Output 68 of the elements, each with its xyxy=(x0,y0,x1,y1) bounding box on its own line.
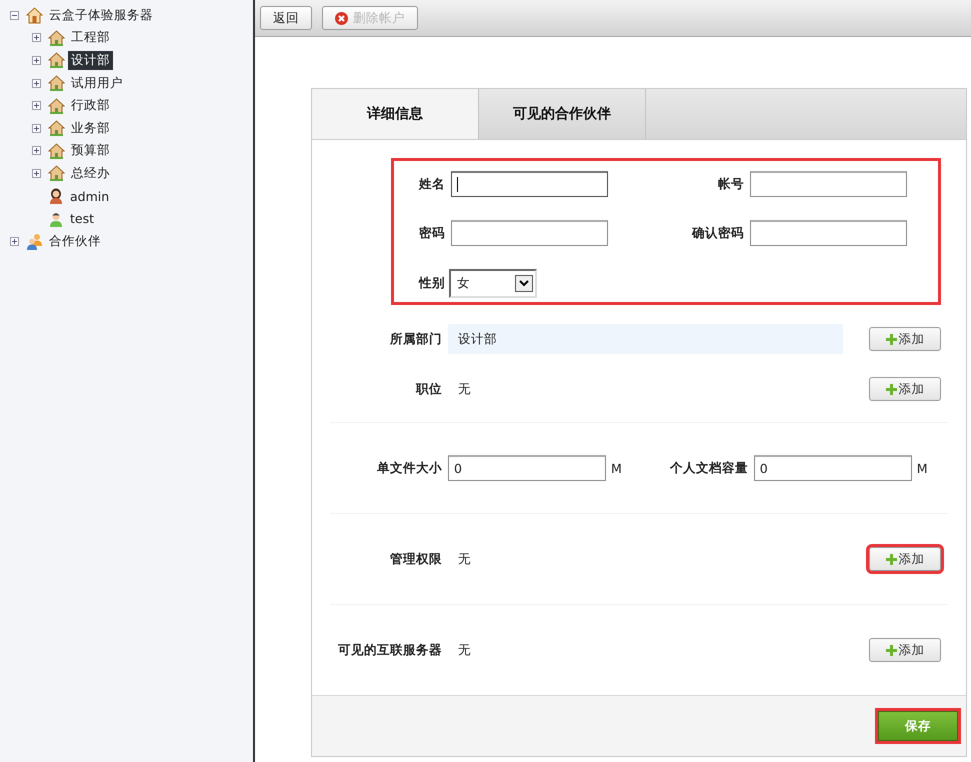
tree-item[interactable]: 行政部 xyxy=(68,96,113,116)
close-icon xyxy=(335,12,348,24)
field-label: 单文件大小 xyxy=(376,460,443,476)
house-icon xyxy=(48,52,65,68)
tree-item[interactable]: 业务部 xyxy=(68,118,113,138)
tree-item[interactable]: 预算部 xyxy=(68,141,113,160)
tree-item[interactable]: 试用用户 xyxy=(68,74,126,93)
input-field[interactable] xyxy=(750,220,907,246)
plus-icon xyxy=(886,644,896,656)
user-icon xyxy=(48,210,64,227)
field-label: 个人文档容量 xyxy=(670,460,749,476)
field-value: 无 xyxy=(457,550,472,568)
field-label: 管理权限 xyxy=(389,550,443,568)
input-field[interactable]: 0 xyxy=(754,455,912,481)
field-value: 无 xyxy=(457,380,472,398)
unit-label: M xyxy=(611,460,622,476)
chevron-icon xyxy=(519,280,529,287)
field-label: 密码 xyxy=(418,224,446,242)
house-icon xyxy=(48,165,65,182)
expand-toggle[interactable] xyxy=(32,56,41,65)
field-value: 设计部 xyxy=(448,324,843,354)
expand-toggle[interactable] xyxy=(32,101,41,110)
house-icon xyxy=(48,142,65,159)
expand-toggle[interactable] xyxy=(10,10,19,20)
tab[interactable]: 详细信息 xyxy=(312,89,479,139)
people-icon xyxy=(26,232,43,250)
add-button[interactable]: 添加 xyxy=(869,377,941,401)
tree-item[interactable]: 总经办 xyxy=(68,164,113,183)
tree-item[interactable]: test xyxy=(67,210,98,228)
field-label: 可见的互联服务器 xyxy=(337,642,443,658)
input-field[interactable] xyxy=(750,171,907,197)
tab[interactable]: 可见的合作伙伴 xyxy=(479,89,646,139)
expand-toggle[interactable] xyxy=(32,124,41,133)
input-field[interactable] xyxy=(451,171,608,197)
field-label: 职位 xyxy=(414,380,443,398)
input-field[interactable] xyxy=(451,220,608,246)
house-icon xyxy=(48,98,65,114)
tree-item[interactable]: 工程部 xyxy=(68,28,113,48)
plus-icon xyxy=(886,554,896,564)
input-field[interactable]: 0 xyxy=(448,455,606,481)
tree-item[interactable]: 云盒子体验服务器 xyxy=(46,6,156,25)
tree-item[interactable]: 合作伙伴 xyxy=(46,232,104,251)
house-icon xyxy=(48,120,65,136)
tree-item[interactable]: admin xyxy=(67,188,112,205)
expand-toggle[interactable] xyxy=(10,236,19,246)
expand-toggle[interactable] xyxy=(32,168,41,178)
gender-select[interactable]: 女 xyxy=(449,269,537,298)
add-button[interactable]: 添加 xyxy=(869,327,941,351)
house-icon xyxy=(48,75,65,92)
expand-toggle[interactable] xyxy=(32,78,41,88)
add-button[interactable]: 添加 xyxy=(869,638,941,662)
user-icon xyxy=(48,188,64,204)
field-label: 确认密码 xyxy=(690,224,745,242)
add-button[interactable]: 添加 xyxy=(869,547,941,571)
house-icon xyxy=(48,30,65,46)
unit-label: M xyxy=(916,460,928,476)
expand-toggle[interactable] xyxy=(32,33,41,42)
field-label: 所属部门 xyxy=(389,330,443,348)
plus-icon xyxy=(886,334,896,344)
field-label: 帐号 xyxy=(717,176,745,192)
house-icon xyxy=(26,6,43,24)
field-label: 姓名 xyxy=(418,176,446,192)
plus-icon xyxy=(886,384,896,394)
expand-toggle[interactable] xyxy=(32,146,41,156)
field-label: 性别 xyxy=(418,275,446,292)
tree-item[interactable]: 设计部 xyxy=(68,50,113,70)
field-value: 无 xyxy=(457,640,472,658)
back-button[interactable]: 返回 xyxy=(260,6,312,30)
